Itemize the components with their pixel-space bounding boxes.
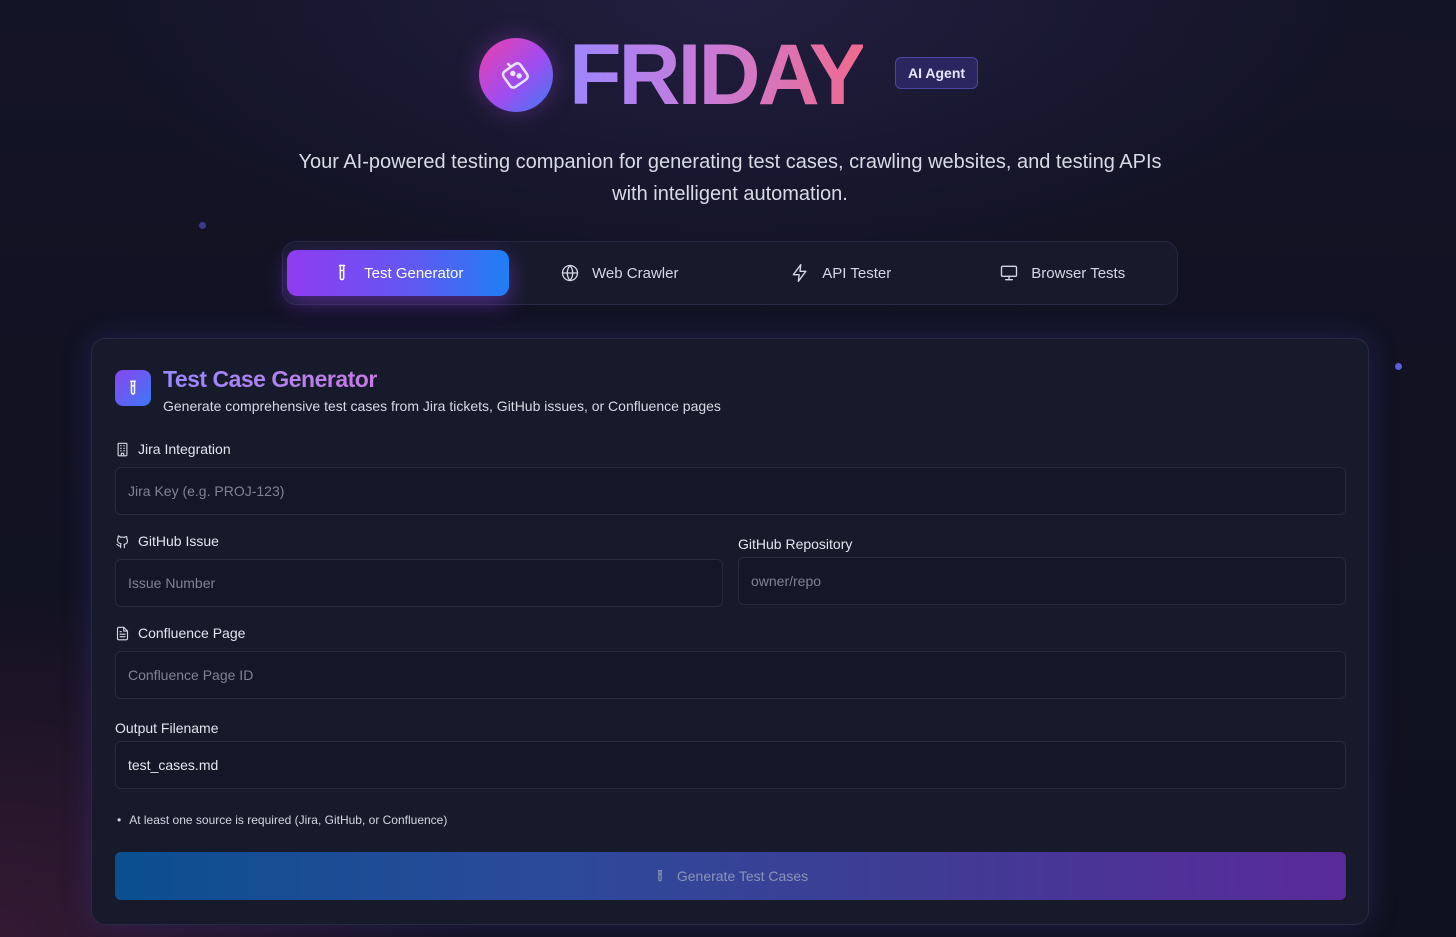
test-tube-icon bbox=[657, 870, 663, 882]
test-tube-icon bbox=[115, 370, 151, 406]
test-tube-icon bbox=[338, 264, 346, 281]
brand: FRIDAY bbox=[479, 27, 866, 123]
building-icon bbox=[117, 442, 128, 456]
output-filename-input[interactable]: test_cases.md bbox=[115, 741, 1346, 789]
github-icon bbox=[116, 534, 129, 548]
github-issue-label: GitHub Issue bbox=[115, 533, 219, 549]
jira-key-input[interactable]: Jira Key (e.g. PROJ-123) bbox=[115, 467, 1346, 515]
tab-label: API Tester bbox=[822, 264, 892, 282]
source-required-note: • At least one source is required (Jira,… bbox=[117, 813, 448, 827]
monitor-icon bbox=[1001, 265, 1018, 281]
tab-web-crawler[interactable]: Web Crawler bbox=[509, 250, 731, 296]
tab-label: Web Crawler bbox=[592, 264, 679, 282]
globe-icon bbox=[561, 264, 579, 282]
lightning-icon bbox=[792, 264, 807, 282]
app-title: FRIDAY bbox=[569, 27, 866, 123]
tab-bar: Test Generator Web Crawler API Tester Br… bbox=[282, 241, 1178, 305]
output-filename-label: Output Filename bbox=[115, 720, 219, 736]
document-icon bbox=[116, 626, 129, 640]
github-repo-label: GitHub Repository bbox=[738, 536, 853, 552]
card-description: Generate comprehensive test cases from J… bbox=[163, 398, 721, 414]
app-subtitle: Your AI-powered testing companion for ge… bbox=[298, 151, 1162, 205]
decorative-dot bbox=[1395, 363, 1402, 370]
tab-browser-tests[interactable]: Browser Tests bbox=[952, 250, 1174, 296]
tab-label: Test Generator bbox=[364, 264, 464, 282]
confluence-label: Confluence Page bbox=[115, 625, 245, 641]
tab-api-tester[interactable]: API Tester bbox=[730, 250, 952, 296]
test-case-generator-card: Test Case Generator Generate comprehensi… bbox=[91, 338, 1369, 925]
generate-test-cases-button[interactable]: Generate Test Cases bbox=[115, 852, 1346, 900]
decorative-dot bbox=[199, 222, 206, 229]
tab-test-generator[interactable]: Test Generator bbox=[287, 250, 509, 296]
confluence-page-input[interactable]: Confluence Page ID bbox=[115, 651, 1346, 699]
tab-label: Browser Tests bbox=[1031, 264, 1126, 282]
robot-logo-icon bbox=[479, 38, 553, 112]
github-repo-input[interactable]: owner/repo bbox=[738, 557, 1346, 605]
ai-agent-badge: AI Agent bbox=[895, 57, 979, 89]
jira-label: Jira Integration bbox=[115, 441, 231, 457]
github-issue-input[interactable]: Issue Number bbox=[115, 559, 723, 607]
card-title: Test Case Generator bbox=[163, 366, 377, 392]
bullet: • bbox=[117, 813, 122, 827]
